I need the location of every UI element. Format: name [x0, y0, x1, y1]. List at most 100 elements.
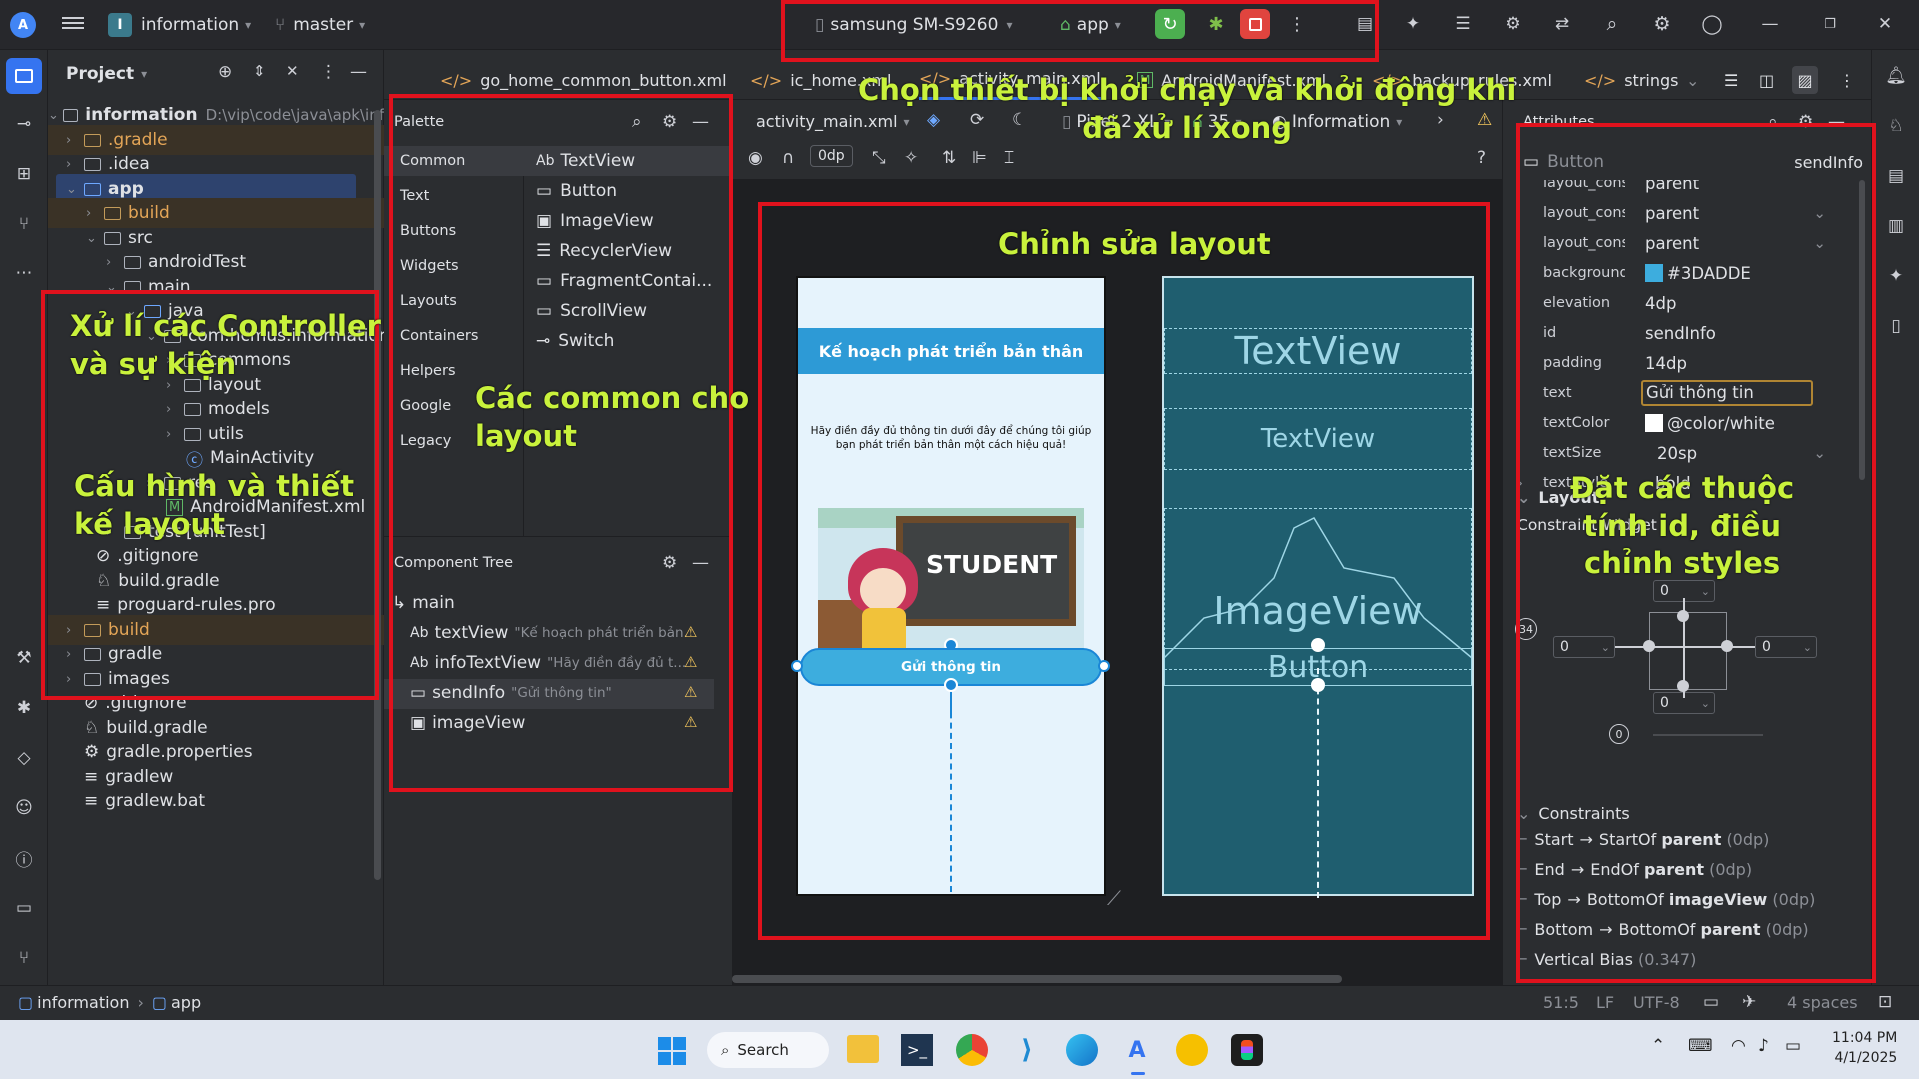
taskbar-search[interactable]: ⌕ Search: [707, 1032, 829, 1068]
magnet-icon[interactable]: ∩: [782, 148, 794, 168]
vscode-icon[interactable]: ⟩: [1011, 1034, 1043, 1066]
chevron-up-icon[interactable]: ⌃: [1651, 1036, 1665, 1056]
project-tool-icon[interactable]: [6, 58, 42, 94]
clear-constraints-icon[interactable]: ⤡: [872, 148, 886, 168]
search-icon[interactable]: ⌕: [1597, 9, 1627, 39]
split-view-icon[interactable]: ◫: [1759, 60, 1774, 100]
indent-setting[interactable]: 4 spaces: [1787, 993, 1858, 1012]
battery-icon[interactable]: ▭: [1785, 1036, 1801, 1056]
powershell-icon[interactable]: >_: [901, 1034, 933, 1066]
infer-constraints-icon[interactable]: ✧: [904, 148, 918, 168]
system-clock[interactable]: 11:04 PM 4/1/2025: [1832, 1029, 1897, 1068]
hide-panel-icon[interactable]: —: [350, 62, 367, 82]
options-icon[interactable]: ⋮: [320, 62, 337, 82]
tree-item[interactable]: ≡ gradlew.bat: [48, 786, 205, 816]
gradle-icon: ♘: [84, 718, 100, 738]
gemini-icon[interactable]: ✦: [1878, 258, 1914, 294]
file-icon: ≡: [84, 791, 99, 811]
debug-bug-icon[interactable]: ✱: [6, 690, 42, 726]
translate-icon[interactable]: ✦: [1398, 9, 1428, 39]
guidelines-icon[interactable]: ⇅: [942, 148, 956, 168]
right-tool-rail: 🔔︎ ♘ ▤ ▥ ✦ ▯: [1871, 50, 1919, 985]
annotation-device: Chọn thiết bị khởi chạy và khởi động khi…: [858, 73, 1517, 145]
main-menu-icon[interactable]: [62, 14, 84, 34]
eye-icon[interactable]: ◉: [748, 148, 763, 168]
chevron-down-icon: ▾: [245, 18, 252, 32]
more-tools-icon[interactable]: ⋯: [6, 255, 42, 291]
gradle-icon[interactable]: ♘: [1878, 108, 1914, 144]
readonly-toggle-icon[interactable]: ▭: [1703, 992, 1719, 1012]
status-bar: ▢ information › ▢ app 51:5 LF UTF-8 ▭ ✈ 4 …: [0, 985, 1919, 1020]
project-selector[interactable]: I information ▾: [108, 10, 251, 40]
keyboard-icon[interactable]: ⌨: [1688, 1036, 1713, 1056]
xml-icon: </>: [750, 70, 783, 90]
windows-start-icon[interactable]: [658, 1037, 686, 1065]
design-view-icon[interactable]: ▨: [1792, 66, 1818, 94]
clock-date: 4/1/2025: [1834, 1049, 1898, 1066]
project-icon: I: [108, 13, 132, 37]
pull-requests-icon[interactable]: ⑂: [6, 206, 42, 242]
search-icon: ⌕: [721, 1041, 730, 1059]
structure-icon[interactable]: ⊞: [6, 156, 42, 192]
logcat-icon[interactable]: ☰: [1448, 9, 1478, 39]
annotation-attributes: Đặt các thuộc tính id, điều chỉnh styles: [1570, 471, 1795, 581]
file-icon: ≡: [84, 767, 99, 787]
vcs-branch-selector[interactable]: ⑂ master ▾: [275, 10, 365, 40]
commit-icon[interactable]: ⊸: [6, 106, 42, 142]
notifications-icon[interactable]: 🔔︎: [1878, 58, 1914, 94]
file-explorer-icon[interactable]: [847, 1035, 879, 1063]
pack-icon[interactable]: ⌶: [1004, 148, 1014, 168]
more-icon[interactable]: ⋮: [1839, 60, 1855, 100]
tabs-dropdown-icon[interactable]: ⌄: [1686, 60, 1699, 100]
design-highlight: [758, 202, 1490, 940]
device-file-icon[interactable]: ▤: [1878, 158, 1914, 194]
git-icon[interactable]: ⑂: [6, 940, 42, 976]
android-studio-logo-icon[interactable]: A: [10, 12, 36, 38]
gem-icon[interactable]: ◇: [6, 740, 42, 776]
xml-icon: </>: [1584, 70, 1617, 90]
help-icon[interactable]: ?: [1477, 148, 1486, 168]
align-icon[interactable]: ⊫: [972, 148, 987, 168]
power-save-icon[interactable]: ✈: [1742, 992, 1756, 1012]
edge-icon[interactable]: [1066, 1034, 1098, 1066]
minimize-icon[interactable]: —: [1755, 9, 1785, 39]
file-encoding[interactable]: UTF-8: [1633, 993, 1680, 1012]
running-devices-icon[interactable]: ▥: [1878, 208, 1914, 244]
chevron-down-icon: ▾: [359, 18, 366, 32]
messenger-app-icon[interactable]: [1176, 1034, 1208, 1066]
close-icon[interactable]: ✕: [1870, 9, 1900, 39]
project-view-selector[interactable]: Project ▾: [66, 64, 147, 84]
sync-icon[interactable]: ⇄: [1547, 9, 1577, 39]
wifi-icon[interactable]: ◠: [1731, 1036, 1746, 1056]
profiler-icon[interactable]: ⚙: [1498, 9, 1528, 39]
lock-icon[interactable]: ⊡: [1878, 992, 1892, 1012]
code-view-icon[interactable]: ☰: [1724, 60, 1738, 100]
account-icon[interactable]: ◯: [1697, 9, 1727, 39]
tab-strings[interactable]: </> strings: [1584, 60, 1678, 100]
line-separator[interactable]: LF: [1596, 993, 1614, 1012]
collapse-all-icon[interactable]: ✕: [286, 62, 299, 80]
build-hammer-icon[interactable]: ⚒: [6, 640, 42, 676]
clock-time: 11:04 PM: [1832, 1030, 1898, 1046]
caret-position[interactable]: 51:5: [1543, 993, 1579, 1012]
breadcrumb: ▢ information › ▢ app: [18, 993, 202, 1012]
settings-gear-icon[interactable]: ⚙: [1647, 9, 1677, 39]
android-studio-taskbar-icon[interactable]: A: [1121, 1034, 1153, 1066]
active-app-indicator: [1131, 1072, 1145, 1075]
design-scrollbar[interactable]: [732, 975, 1342, 983]
module-icon: ▢: [151, 993, 167, 1012]
annotation-layout-config: Cấu hình và thiết kế layout: [74, 469, 355, 541]
device-mirror-icon[interactable]: ▯: [1878, 308, 1914, 344]
default-margin-field[interactable]: 0dp: [810, 145, 853, 167]
problems-icon[interactable]: ⓘ: [6, 840, 42, 876]
locate-icon[interactable]: ⊕: [218, 62, 232, 82]
logcat-cat-icon[interactable]: ☺: [6, 790, 42, 826]
restore-icon[interactable]: ❐: [1815, 9, 1845, 39]
volume-icon[interactable]: ♪: [1758, 1036, 1769, 1056]
device-run-highlight: [781, 0, 1379, 62]
expand-all-icon[interactable]: ⇕: [253, 62, 266, 80]
chrome-icon[interactable]: [956, 1034, 988, 1066]
chevron-down-icon: ▾: [141, 67, 148, 81]
terminal-icon[interactable]: ▭: [6, 890, 42, 926]
figma-icon[interactable]: [1231, 1034, 1263, 1066]
